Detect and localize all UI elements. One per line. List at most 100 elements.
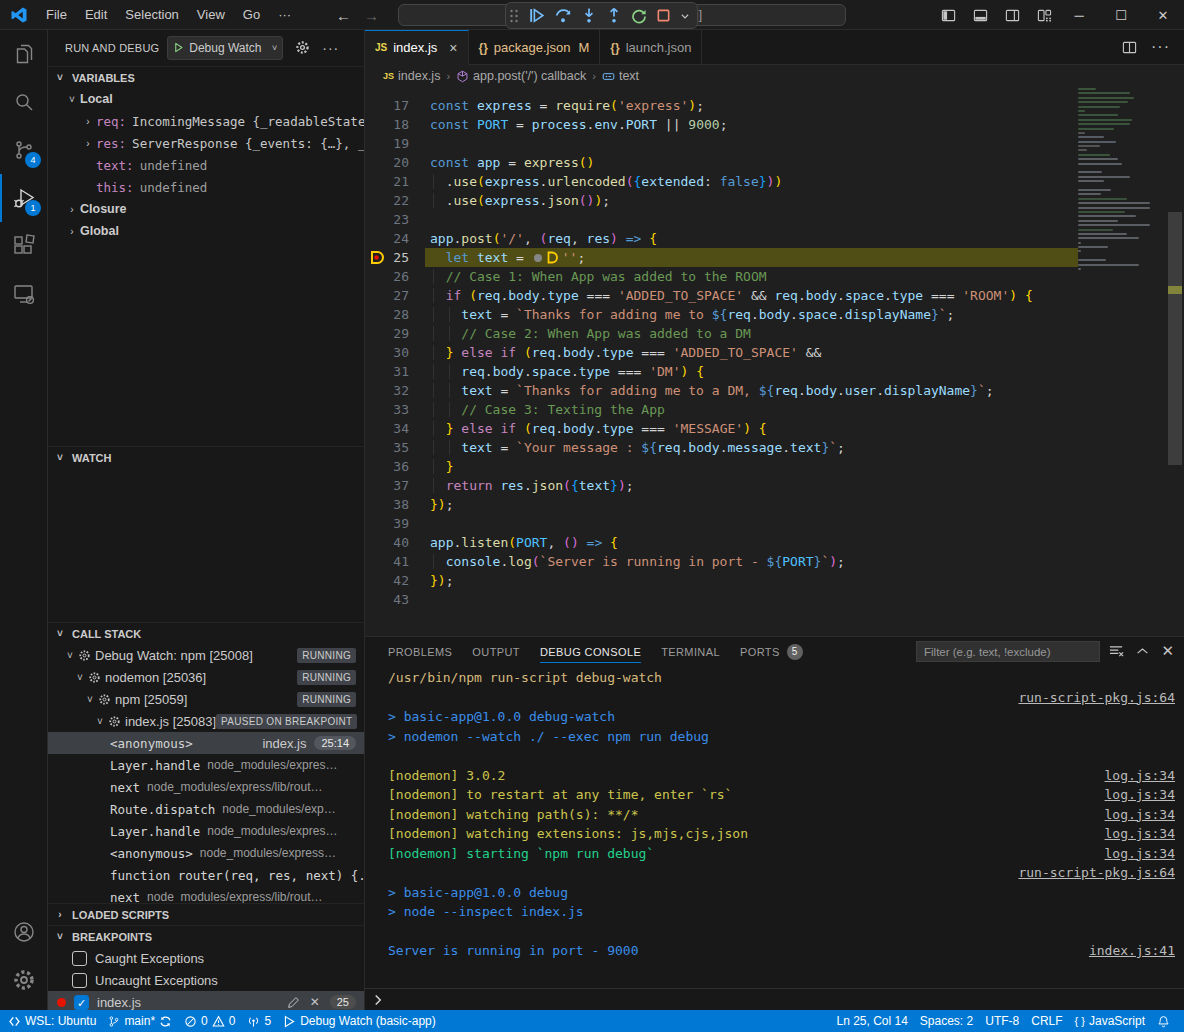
code-line-34[interactable]: 34 } else if (req.body.type === 'MESSAGE… bbox=[365, 419, 1184, 438]
gutter-glyph-margin[interactable] bbox=[365, 533, 389, 552]
gutter-glyph-margin[interactable] bbox=[365, 96, 389, 115]
panel-tab-output[interactable]: OUTPUT bbox=[462, 638, 530, 666]
variable-row[interactable]: text:undefined bbox=[48, 154, 364, 176]
panel-tab-ports[interactable]: PORTS5 bbox=[730, 638, 813, 666]
code-line-25[interactable]: 25 let text = ''; bbox=[365, 248, 1184, 267]
source-link[interactable]: index.js:41 bbox=[1089, 943, 1175, 958]
stack-frame-row[interactable]: <anonymous>index.js25:14 bbox=[48, 732, 364, 754]
code-line-23[interactable]: 23 bbox=[365, 210, 1184, 229]
line-number[interactable]: 27 bbox=[389, 288, 409, 303]
line-number[interactable]: 20 bbox=[389, 155, 409, 170]
gutter-glyph-margin[interactable] bbox=[365, 115, 389, 134]
breadcrumb-item[interactable]: app.post('/') callback bbox=[456, 69, 586, 83]
activity-explorer-icon[interactable] bbox=[0, 30, 47, 78]
line-number[interactable]: 30 bbox=[389, 345, 409, 360]
chevron-down-icon[interactable] bbox=[680, 11, 690, 21]
status-javascript[interactable]: { }JavaScript bbox=[1069, 1010, 1151, 1032]
scrollbar-thumb[interactable] bbox=[1168, 212, 1182, 465]
source-link[interactable]: log.js:34 bbox=[1105, 807, 1175, 822]
gutter-glyph-margin[interactable] bbox=[365, 153, 389, 172]
minimap[interactable] bbox=[1078, 88, 1162, 636]
status-spaces-2[interactable]: Spaces: 2 bbox=[914, 1010, 979, 1032]
line-number[interactable]: 33 bbox=[389, 402, 409, 417]
customize-layout-icon[interactable] bbox=[1037, 8, 1052, 23]
source-link[interactable]: run-script-pkg.js:64 bbox=[1018, 690, 1175, 705]
nav-back-icon[interactable]: ← bbox=[336, 7, 351, 24]
code-line-18[interactable]: 18const PORT = process.env.PORT || 9000; bbox=[365, 115, 1184, 134]
gutter-glyph-margin[interactable] bbox=[365, 476, 389, 495]
code-line-32[interactable]: 32 text = `Thanks for adding me to a DM,… bbox=[365, 381, 1184, 400]
debug-console-input[interactable] bbox=[365, 988, 1184, 1010]
code-line-28[interactable]: 28 text = `Thanks for adding me to ${req… bbox=[365, 305, 1184, 324]
code-line-24[interactable]: 24app.post('/', (req, res) => { bbox=[365, 229, 1184, 248]
line-number[interactable]: 18 bbox=[389, 117, 409, 132]
source-link[interactable]: log.js:34 bbox=[1105, 826, 1175, 841]
line-number[interactable]: 22 bbox=[389, 193, 409, 208]
scope-closure[interactable]: ›Closure bbox=[48, 198, 364, 220]
variable-row[interactable]: this:undefined bbox=[48, 176, 364, 198]
section-header-variables[interactable]: ˅VARIABLES bbox=[48, 66, 364, 88]
line-number[interactable]: 40 bbox=[389, 535, 409, 550]
line-number[interactable]: 32 bbox=[389, 383, 409, 398]
line-number[interactable]: 24 bbox=[389, 231, 409, 246]
start-debug-icon[interactable] bbox=[173, 42, 184, 53]
breakpoint-row[interactable]: ✓index.js✕25 bbox=[48, 991, 364, 1010]
menu-more[interactable]: ··· bbox=[269, 4, 300, 25]
menu-file[interactable]: File bbox=[37, 4, 76, 25]
tab-package.json[interactable]: {}package.jsonM bbox=[469, 30, 601, 65]
line-number[interactable]: 29 bbox=[389, 326, 409, 341]
restart-icon[interactable] bbox=[631, 7, 647, 24]
line-number[interactable]: 34 bbox=[389, 421, 409, 436]
activity-source-control-icon[interactable]: 4 bbox=[0, 126, 47, 174]
gutter-glyph-margin[interactable] bbox=[365, 324, 389, 343]
line-number[interactable]: 43 bbox=[389, 592, 409, 607]
breakpoint-checkbox[interactable] bbox=[72, 951, 87, 966]
line-number[interactable]: 39 bbox=[389, 516, 409, 531]
editor-scrollbar[interactable] bbox=[1168, 87, 1182, 636]
debug-session-row[interactable]: ˅index.js [25083]PAUSED ON BREAKPOINT bbox=[48, 710, 364, 732]
source-link[interactable]: log.js:34 bbox=[1105, 768, 1175, 783]
scope-local[interactable]: ˅Local bbox=[48, 88, 364, 110]
gutter-glyph-margin[interactable] bbox=[365, 172, 389, 191]
menu-go[interactable]: Go bbox=[234, 4, 269, 25]
status-utf-8[interactable]: UTF-8 bbox=[979, 1010, 1025, 1032]
status-debug-watch-basic-app-[interactable]: Debug Watch (basic-app) bbox=[277, 1010, 442, 1032]
line-number[interactable]: 25 bbox=[389, 250, 409, 265]
inline-breakpoint-candidate-icon[interactable] bbox=[534, 254, 542, 262]
gutter-glyph-margin[interactable] bbox=[365, 438, 389, 457]
activity-settings-icon[interactable] bbox=[0, 956, 47, 1004]
gutter-glyph-margin[interactable] bbox=[365, 305, 389, 324]
breadcrumb-item[interactable]: JSindex.js bbox=[383, 69, 440, 83]
gutter-glyph-margin[interactable] bbox=[365, 419, 389, 438]
status-main-[interactable]: main* bbox=[102, 1010, 178, 1032]
code-line-30[interactable]: 30 } else if (req.body.type === 'ADDED_T… bbox=[365, 343, 1184, 362]
code-line-21[interactable]: 21 .use(express.urlencoded({extended: fa… bbox=[365, 172, 1184, 191]
maximize-icon[interactable]: ☐ bbox=[1100, 0, 1142, 30]
code-line-22[interactable]: 22 .use(express.json()); bbox=[365, 191, 1184, 210]
code-line-19[interactable]: 19 bbox=[365, 134, 1184, 153]
code-line-26[interactable]: 26 // Case 1: When App was added to the … bbox=[365, 267, 1184, 286]
status-wsl-ubuntu[interactable]: WSL: Ubuntu bbox=[2, 1010, 102, 1032]
gutter-glyph-margin[interactable] bbox=[365, 571, 389, 590]
code-line-38[interactable]: 38}); bbox=[365, 495, 1184, 514]
tab-launch.json[interactable]: {}launch.json bbox=[600, 30, 702, 65]
code-line-33[interactable]: 33 // Case 3: Texting the App bbox=[365, 400, 1184, 419]
gutter-glyph-margin[interactable] bbox=[365, 400, 389, 419]
line-number[interactable]: 38 bbox=[389, 497, 409, 512]
editor-more-actions-icon[interactable]: ··· bbox=[1151, 38, 1170, 56]
drag-grip-icon[interactable] bbox=[509, 8, 519, 24]
variable-row[interactable]: ›req:IncomingMessage {_readableState: … bbox=[48, 110, 364, 132]
stack-frame-row[interactable]: Layer.handlenode_modules/expres… bbox=[48, 754, 364, 776]
gutter-glyph-margin[interactable] bbox=[365, 267, 389, 286]
minimize-icon[interactable]: ─ bbox=[1058, 0, 1100, 30]
gutter-glyph-margin[interactable] bbox=[365, 495, 389, 514]
gutter-glyph-margin[interactable] bbox=[365, 134, 389, 153]
edit-breakpoint-icon[interactable] bbox=[287, 996, 300, 1009]
gutter-glyph-margin[interactable] bbox=[365, 457, 389, 476]
variable-row[interactable]: ›res:ServerResponse {_events: {…}, _ev… bbox=[48, 132, 364, 154]
source-link[interactable]: run-script-pkg.js:64 bbox=[1018, 865, 1175, 880]
step-over-icon[interactable] bbox=[554, 7, 572, 24]
tab-index.js[interactable]: JSindex.js× bbox=[365, 30, 469, 65]
code-line-31[interactable]: 31 req.body.space.type === 'DM') { bbox=[365, 362, 1184, 381]
code-line-35[interactable]: 35 text = `Your message : ${req.body.mes… bbox=[365, 438, 1184, 457]
